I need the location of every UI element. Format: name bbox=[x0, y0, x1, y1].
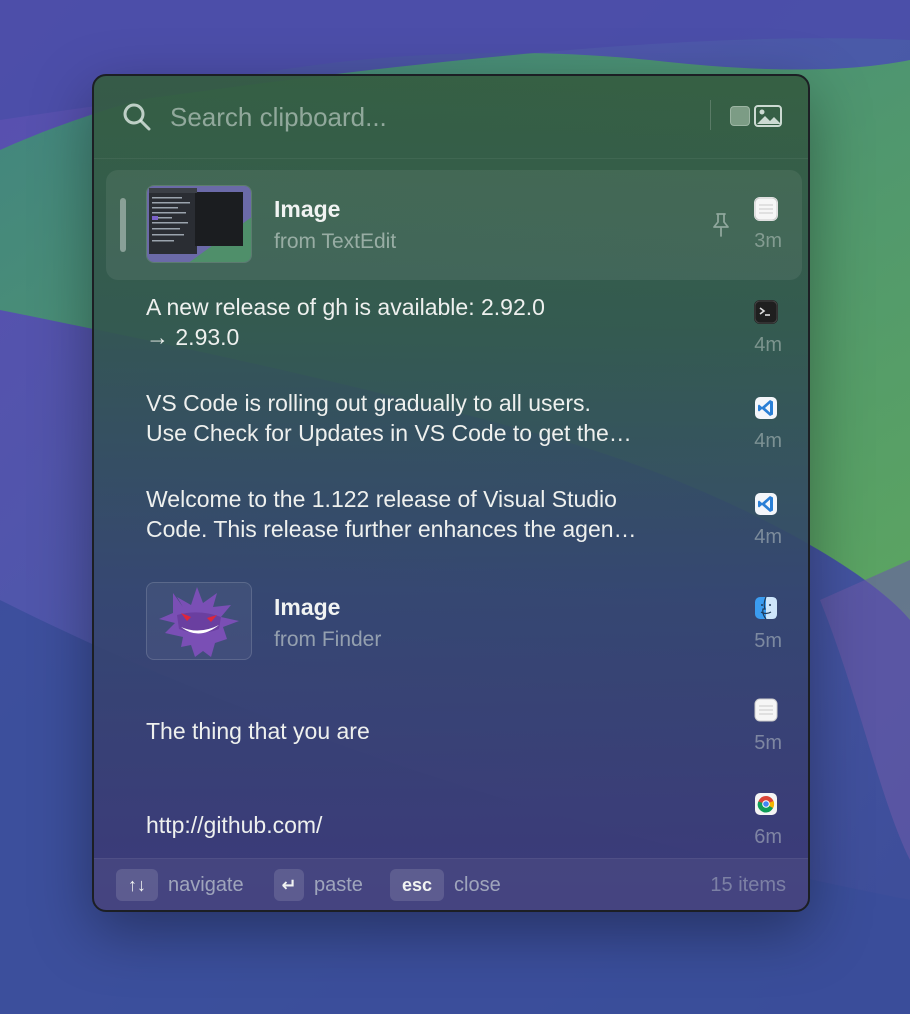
gengar-thumbnail-image bbox=[159, 587, 239, 657]
search-input[interactable]: Search clipboard... bbox=[170, 98, 690, 136]
paste-label: paste bbox=[314, 874, 363, 896]
item-time: 5m bbox=[754, 732, 782, 754]
clipboard-item[interactable]: VS Code is rolling out gradually to all … bbox=[106, 376, 802, 472]
clipboard-item[interactable]: Image from Finder 5m bbox=[106, 568, 802, 674]
item-count: 15 items bbox=[710, 874, 786, 896]
item-time: 6m bbox=[754, 826, 782, 848]
image-thumbnail bbox=[146, 582, 252, 660]
chrome-icon bbox=[754, 792, 778, 816]
image-thumbnail bbox=[146, 185, 252, 263]
terminal-icon bbox=[754, 300, 778, 324]
search-bar: Search clipboard... bbox=[94, 76, 808, 159]
item-text: http://github.com/ bbox=[146, 812, 323, 838]
search-icon bbox=[123, 103, 151, 131]
clipboard-list: Image from TextEdit 3m A new release of … bbox=[94, 158, 808, 858]
navigate-key: ↑↓ bbox=[116, 869, 158, 901]
item-time: 5m bbox=[754, 630, 782, 652]
textedit-icon bbox=[754, 698, 778, 722]
shortcut-footer: ↑↓ navigate ↵ paste esc close 15 items bbox=[94, 858, 808, 910]
pin-icon[interactable] bbox=[710, 212, 732, 238]
item-time: 4m bbox=[754, 334, 782, 356]
close-label: close bbox=[454, 874, 501, 896]
item-time: 3m bbox=[754, 230, 782, 252]
textedit-icon bbox=[754, 197, 778, 221]
clipboard-item-selected[interactable]: Image from TextEdit 3m bbox=[106, 170, 802, 280]
vscode-icon bbox=[754, 492, 778, 516]
search-divider bbox=[710, 100, 711, 130]
enter-key: ↵ bbox=[274, 869, 304, 901]
clipboard-item[interactable]: The thing that you are 5m bbox=[106, 674, 802, 770]
item-title: Image bbox=[274, 594, 341, 620]
item-time: 4m bbox=[754, 526, 782, 548]
clipboard-item[interactable]: Welcome to the 1.122 release of Visual S… bbox=[106, 472, 802, 568]
clipboard-item[interactable]: http://github.com/ 6m bbox=[106, 770, 802, 858]
selection-indicator bbox=[120, 198, 126, 252]
vscode-icon bbox=[754, 396, 778, 420]
clipboard-item[interactable]: A new release of gh is available: 2.92.0… bbox=[106, 280, 802, 376]
item-text: Welcome to the 1.122 release of Visual S… bbox=[146, 486, 637, 542]
item-time: 4m bbox=[754, 430, 782, 452]
item-title: Image bbox=[274, 196, 341, 222]
text-filter-icon[interactable] bbox=[730, 106, 750, 126]
navigate-label: navigate bbox=[168, 874, 244, 896]
finder-icon bbox=[754, 596, 778, 620]
item-text: A new release of gh is available: 2.92.0… bbox=[146, 294, 545, 350]
item-text: VS Code is rolling out gradually to all … bbox=[146, 390, 632, 446]
image-filter-icon[interactable] bbox=[754, 105, 782, 127]
esc-key: esc bbox=[390, 869, 444, 901]
clipboard-panel: Search clipboard... Image from TextEdit … bbox=[92, 74, 810, 912]
item-source: from TextEdit bbox=[274, 230, 397, 253]
item-source: from Finder bbox=[274, 628, 382, 651]
item-text: The thing that you are bbox=[146, 718, 370, 744]
screenshot-thumbnail-image bbox=[147, 186, 251, 262]
